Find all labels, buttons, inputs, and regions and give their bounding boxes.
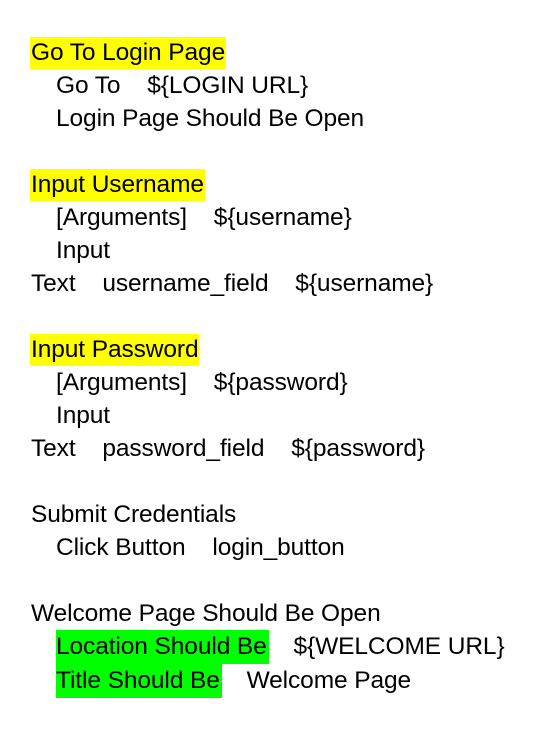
keyword-name-highlight: Input Password (30, 334, 200, 366)
keyword-step-title-should-be: Title Should Be Welcome Page (0, 664, 537, 698)
keyword-name-highlight: Input Username (30, 169, 205, 201)
assertion-argument-welcome-url: ${WELCOME URL} (266, 633, 505, 660)
keyword-step-arguments-password: [Arguments] ${password} (56, 369, 348, 396)
keyword-step-input-text-password: Text password_field ${password} (31, 435, 425, 462)
keyword-listing-document: Go To Login Page Go To ${LOGIN URL} Logi… (0, 0, 537, 745)
keyword-definition-go-to-login-page: Go To Login Page (0, 36, 537, 69)
keyword-name-highlight: Go To Login Page (30, 37, 227, 69)
keyword-step-input-wrap-first: Input (56, 237, 110, 264)
keyword-step-go-to: Go To ${LOGIN URL} (56, 72, 309, 99)
keyword-definition-submit-credentials: Submit Credentials (31, 501, 237, 528)
block-separator (0, 300, 537, 333)
keyword-step-arguments-username: [Arguments] ${username} (56, 204, 352, 231)
keyword-step-click-button: Click Button login_button (56, 534, 345, 561)
block-separator (0, 135, 537, 168)
assertion-keyword-highlight: Title Should Be (56, 664, 222, 698)
keyword-definition-welcome-page-should-be-open: Welcome Page Should Be Open (31, 600, 381, 627)
keyword-step-location-should-be: Location Should Be ${WELCOME URL} (0, 630, 537, 664)
block-separator (0, 564, 537, 597)
keyword-definition-input-username: Input Username (0, 168, 537, 201)
keyword-step-input-wrap-first: Input (56, 402, 110, 429)
assertion-keyword-highlight: Location Should Be (56, 630, 269, 664)
keyword-step-input-text-username: Text username_field ${username} (31, 270, 434, 297)
keyword-step-login-page-should-be-open: Login Page Should Be Open (56, 105, 365, 132)
assertion-argument-welcome-page: Welcome Page (219, 667, 412, 694)
keyword-definition-input-password: Input Password (0, 333, 537, 366)
block-separator (0, 465, 537, 498)
